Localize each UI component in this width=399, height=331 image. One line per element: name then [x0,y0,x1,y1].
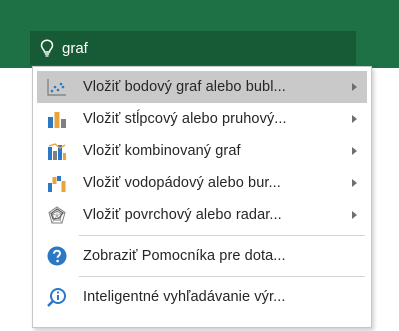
submenu-arrow-icon [352,115,357,123]
menu-item-label: Vložiť bodový graf alebo bubl... [83,79,286,95]
combo-chart-icon [45,139,69,163]
menu-item-insert-waterfall-chart[interactable]: Vložiť vodopádový alebo bur... [37,167,367,199]
menu-item-smart-lookup[interactable]: Inteligentné vyhľadávanie výr... [37,281,367,313]
scatter-chart-icon [45,75,69,99]
menu-item-insert-scatter-chart[interactable]: Vložiť bodový graf alebo bubl... [37,71,367,103]
lightbulb-icon [38,38,56,58]
ribbon-header [0,0,399,68]
menu-item-label: Vložiť stĺpcový alebo pruhový... [83,111,287,127]
menu-divider [79,276,365,277]
search-results-menu: Vložiť bodový graf alebo bubl... Vložiť … [32,66,372,328]
submenu-arrow-icon [352,179,357,187]
radar-chart-icon [45,203,69,227]
tell-me-search-box[interactable] [30,31,356,65]
menu-item-label: Inteligentné vyhľadávanie výr... [83,289,286,305]
smart-lookup-icon [45,285,69,309]
help-icon [45,244,69,268]
column-chart-icon [45,107,69,131]
submenu-arrow-icon [352,147,357,155]
submenu-arrow-icon [352,83,357,91]
submenu-arrow-icon [352,211,357,219]
menu-item-insert-radar-chart[interactable]: Vložiť povrchový alebo radar... [37,199,367,231]
menu-divider [79,235,365,236]
menu-item-insert-column-chart[interactable]: Vložiť stĺpcový alebo pruhový... [37,103,367,135]
menu-item-insert-combo-chart[interactable]: Vložiť kombinovaný graf [37,135,367,167]
search-input[interactable] [56,36,322,60]
menu-item-show-help[interactable]: Zobraziť Pomocníka pre dota... [37,240,367,272]
waterfall-chart-icon [45,171,69,195]
menu-item-label: Vložiť vodopádový alebo bur... [83,175,281,191]
menu-item-label: Vložiť kombinovaný graf [83,143,241,159]
menu-item-label: Vložiť povrchový alebo radar... [83,207,282,223]
menu-item-label: Zobraziť Pomocníka pre dota... [83,248,286,264]
